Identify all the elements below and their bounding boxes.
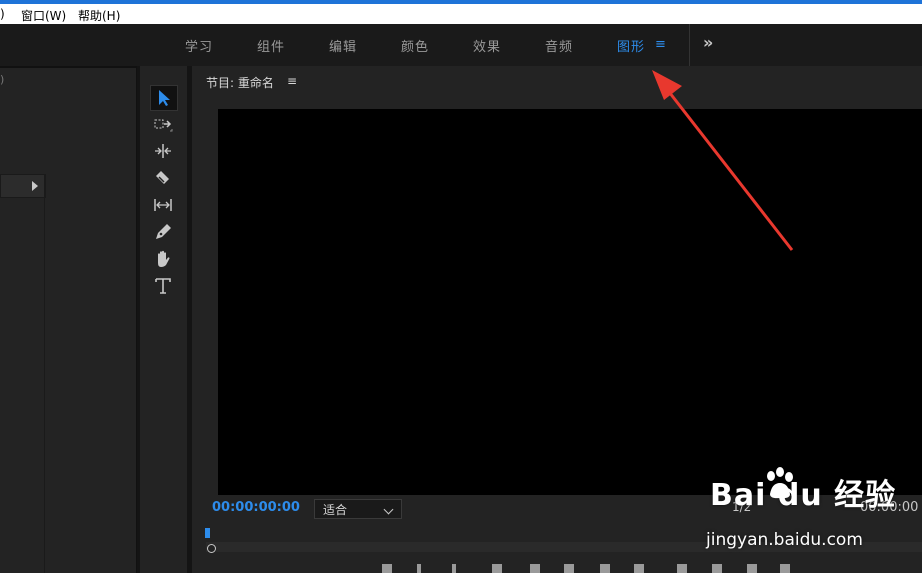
menu-bar: ) 窗口(W) 帮助(H): [0, 4, 922, 24]
panel-border: [0, 66, 136, 68]
hand-tool-button[interactable]: [150, 247, 176, 271]
workspace-tab-color[interactable]: 颜色: [401, 36, 429, 55]
selection-icon: [159, 90, 170, 106]
insert-button[interactable]: [677, 564, 687, 573]
mark-out-button[interactable]: [452, 564, 456, 573]
workspace-tab-assembly[interactable]: 组件: [257, 36, 285, 55]
workspace-menu-icon[interactable]: ≡: [655, 37, 666, 52]
expand-triangle-icon[interactable]: [32, 181, 38, 191]
razor-icon: [156, 171, 169, 184]
workspace-tab-effects[interactable]: 效果: [473, 36, 501, 55]
workspace-divider: [689, 24, 690, 66]
overwrite-button[interactable]: [712, 564, 722, 573]
button-editor-button[interactable]: [780, 564, 790, 573]
chevron-down-icon: [383, 504, 394, 515]
export-frame-button[interactable]: [747, 564, 757, 573]
type-icon: [155, 278, 171, 294]
track-select-forward-icon: [154, 119, 173, 132]
workspace-bar: 学习 组件 编辑 颜色 效果 音频 图形 ≡ »: [0, 24, 922, 66]
panel-expand-row[interactable]: [0, 174, 46, 198]
ripple-edit-tool-button[interactable]: [150, 139, 176, 163]
workspace-overflow-icon[interactable]: »: [703, 33, 713, 52]
program-monitor-menu-icon[interactable]: ≡: [287, 74, 297, 88]
baidu-jingyan-watermark: Bai du 经验 jingyan.baidu.com: [706, 467, 922, 560]
video-preview[interactable]: [218, 109, 922, 495]
menu-item-help[interactable]: 帮助(H): [78, 7, 120, 24]
mark-in-button[interactable]: [417, 564, 421, 573]
menu-item-window[interactable]: 窗口(W): [21, 7, 66, 24]
go-to-in-button[interactable]: [492, 564, 502, 573]
slip-icon: [154, 199, 172, 211]
panel-column-divider: [44, 174, 45, 573]
step-back-button[interactable]: [530, 564, 540, 573]
selection-tool-button[interactable]: [150, 85, 178, 111]
zoom-fit-value: 适合: [323, 503, 348, 517]
ripple-edit-icon: [155, 144, 171, 158]
playhead-marker[interactable]: [205, 528, 210, 538]
hand-icon: [158, 250, 170, 267]
watermark-logo: Bai du 经验: [710, 478, 897, 513]
step-forward-button[interactable]: [600, 564, 610, 573]
tools-panel: [140, 68, 187, 573]
track-select-tool-button[interactable]: [150, 112, 176, 136]
zoom-fit-select[interactable]: 适合: [314, 499, 402, 519]
type-tool-button[interactable]: [150, 274, 176, 298]
play-button[interactable]: [564, 564, 574, 573]
add-marker-button[interactable]: [382, 564, 392, 573]
slip-tool-button[interactable]: [150, 193, 176, 217]
playhead-timecode[interactable]: 00:00:00:00: [212, 500, 300, 515]
menu-item-partial[interactable]: ): [0, 7, 5, 21]
pen-icon: [156, 224, 171, 239]
razor-tool-button[interactable]: [150, 166, 176, 190]
workspace-tab-audio[interactable]: 音频: [545, 36, 573, 55]
go-to-out-button[interactable]: [634, 564, 644, 573]
workspace-tab-graphics[interactable]: 图形: [617, 36, 645, 55]
workspace-tab-editing[interactable]: 编辑: [329, 36, 357, 55]
transport-controls: [192, 562, 922, 573]
watermark-url: jingyan.baidu.com: [706, 530, 863, 550]
panel-partial-text: ): [0, 73, 5, 86]
workspace-tab-learn[interactable]: 学习: [185, 36, 213, 55]
paw-icon: [767, 467, 793, 499]
program-monitor-title[interactable]: 节目: 重命名: [206, 74, 274, 91]
pen-tool-button[interactable]: [150, 220, 176, 244]
project-panel: ): [0, 66, 137, 573]
zoom-scroll-handle[interactable]: [207, 544, 216, 553]
